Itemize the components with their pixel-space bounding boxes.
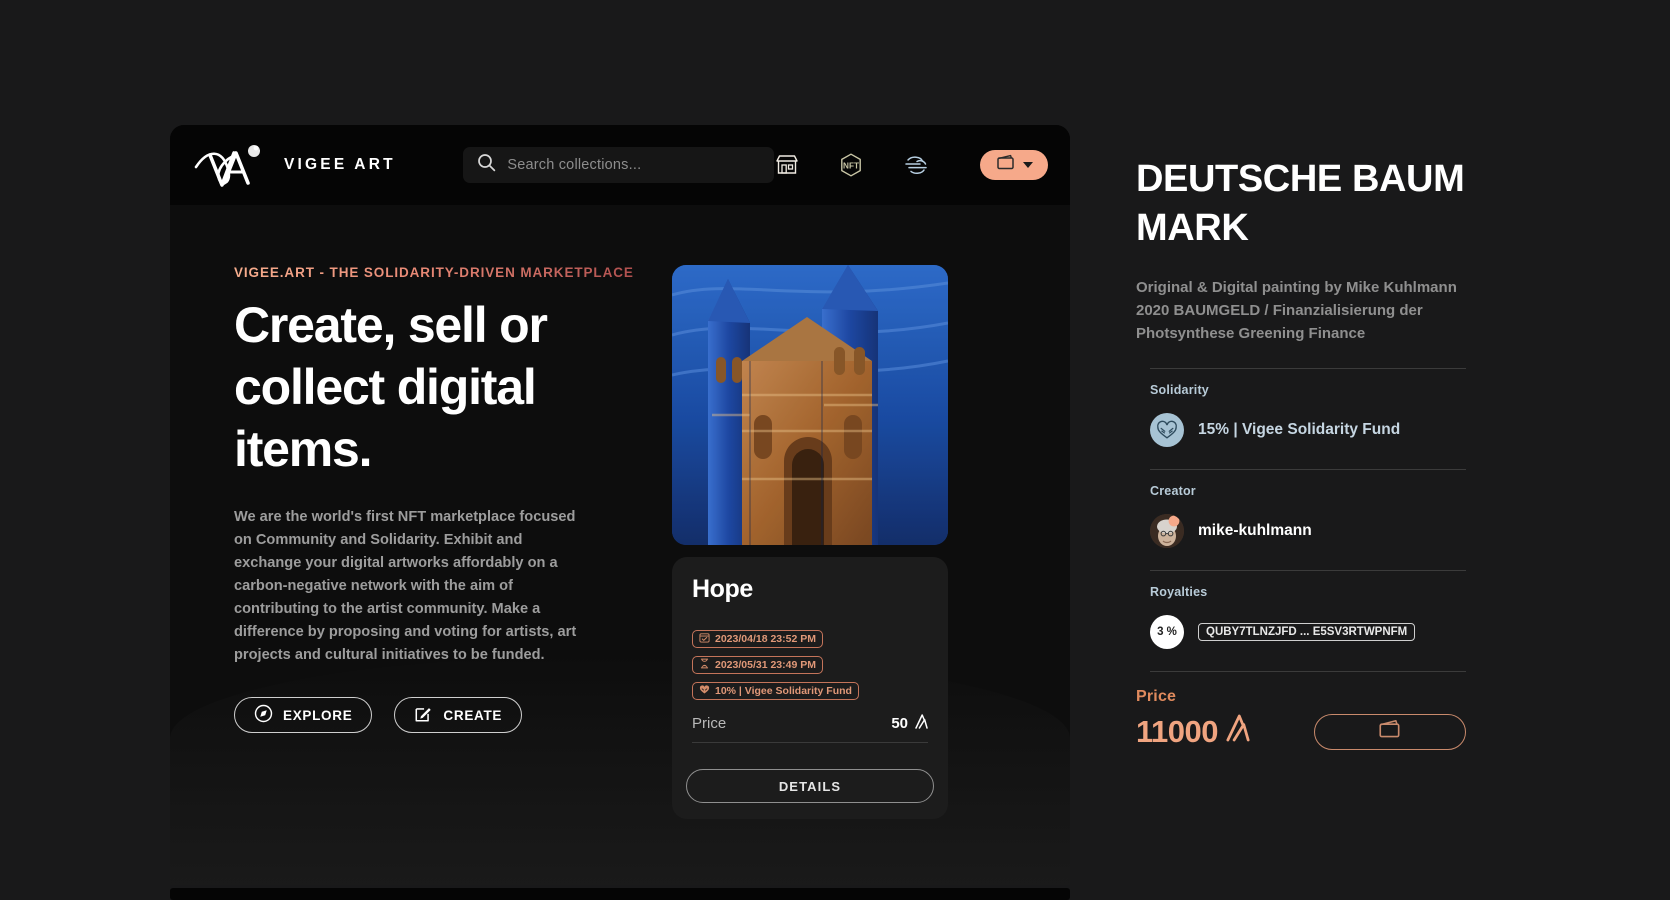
royalty-address[interactable]: QUBY7TLNZJFD ... E5SV3RTWPNFM [1198,622,1416,641]
featured-price-value-group: 50 [891,714,928,733]
heart-hands-icon [1150,412,1184,447]
solidarity-value: 15% | Vigee Solidarity Fund [1198,420,1401,438]
explore-label: EXPLORE [283,707,353,723]
nav-icon-group: NFT [774,150,1048,180]
activity-icon[interactable] [902,152,928,178]
wallet-button[interactable] [980,150,1048,180]
royalties-row: 3 % QUBY7TLNZJFD ... E5SV3RTWPNFM [1150,614,1466,649]
marketplace-icon[interactable] [774,152,800,178]
hourglass-icon [699,658,710,672]
chip-solidarity-text: 10% | Vigee Solidarity Fund [715,685,852,697]
heart-hands-icon [699,684,710,698]
buy-button[interactable] [1314,713,1466,750]
explore-button[interactable]: EXPLORE [234,697,373,734]
solidarity-label: Solidarity [1150,382,1209,397]
creator-avatar [1150,513,1184,548]
royalty-percent-badge: 3 % [1150,614,1184,649]
compass-icon [254,704,273,726]
top-navigation-bar: VIGEE ART Search collections... NFT [170,125,1070,205]
chip-start-date: 2023/04/18 23:52 PM [692,630,823,648]
window-bottom-strip [170,888,1070,900]
hero-copy: VIGEE.ART - THE SOLIDARITY-DRIVEN MARKET… [234,265,634,819]
nft-detail-description: Original & Digital painting by Mike Kuhl… [1136,278,1457,343]
creator-label: Creator [1150,483,1196,498]
calendar-check-icon [699,632,710,646]
hero-eyebrow: VIGEE.ART - THE SOLIDARITY-DRIVEN MARKET… [234,265,634,280]
featured-chip-list: 2023/04/18 23:52 PM 2023/05/31 23:49 PM … [692,630,928,700]
wallet-icon [996,154,1016,176]
app-window: VIGEE ART Search collections... NFT VIGE… [170,125,1070,885]
price-value: 11000 [1136,713,1219,749]
featured-nft-card[interactable]: Hope 2023/04/18 23:52 PM 2023/05/31 23:4… [672,557,948,819]
chip-end-date: 2023/05/31 23:49 PM [692,656,823,674]
svg-text:NFT: NFT [843,161,859,170]
search-icon [477,153,496,177]
featured-nft-title: Hope [692,575,753,603]
algo-currency-icon [915,714,928,733]
chip-end-date-text: 2023/05/31 23:49 PM [715,659,816,671]
featured-price-row: Price 50 [692,714,928,743]
solidarity-row: 15% | Vigee Solidarity Fund [1150,412,1466,447]
algo-currency-icon [1226,714,1250,750]
details-button[interactable]: DETAILS [686,769,934,803]
price-value-group: 11000 [1136,714,1250,750]
price-label: Price [1136,687,1177,705]
divider [1150,468,1466,470]
search-input[interactable]: Search collections... [507,157,641,173]
divider [1150,670,1466,672]
vigee-monogram-logo [192,139,270,191]
divider [1150,569,1466,571]
price-buy-row: 11000 [1136,713,1466,750]
featured-column: Hope 2023/04/18 23:52 PM 2023/05/31 23:4… [672,265,948,819]
chip-solidarity: 10% | Vigee Solidarity Fund [692,682,859,700]
nft-icon[interactable]: NFT [838,152,864,178]
create-label: CREATE [443,707,503,723]
wallet-icon [1377,718,1403,745]
featured-artwork-image[interactable] [672,265,948,545]
hero-section: VIGEE.ART - THE SOLIDARITY-DRIVEN MARKET… [170,205,1070,885]
creator-row[interactable]: mike-kuhlmann [1150,513,1466,548]
featured-price-label: Price [692,715,727,732]
brand-name: VIGEE ART [284,156,396,173]
chip-start-date-text: 2023/04/18 23:52 PM [715,633,816,645]
search-bar[interactable]: Search collections... [463,147,774,183]
divider [1150,367,1466,369]
nft-detail-title: DEUTSCHE BAUM MARK [1136,158,1465,250]
hero-headline: Create, sell or collect digital items. [234,297,548,477]
hero-description: We are the world's first NFT marketplace… [234,509,577,664]
brand-logo[interactable]: VIGEE ART [192,139,453,191]
chevron-down-icon [1022,162,1033,168]
create-button[interactable]: CREATE [394,697,523,734]
page-root: VIGEE ART Search collections... NFT VIGE… [0,0,1670,900]
pencil-square-icon [414,704,433,726]
nft-detail-panel: DEUTSCHE BAUM MARK Original & Digital pa… [1136,155,1466,750]
royalties-label: Royalties [1150,584,1208,599]
featured-price-value: 50 [891,715,908,732]
hero-cta-row: EXPLORE CREATE [234,697,634,734]
creator-name: mike-kuhlmann [1198,521,1312,539]
